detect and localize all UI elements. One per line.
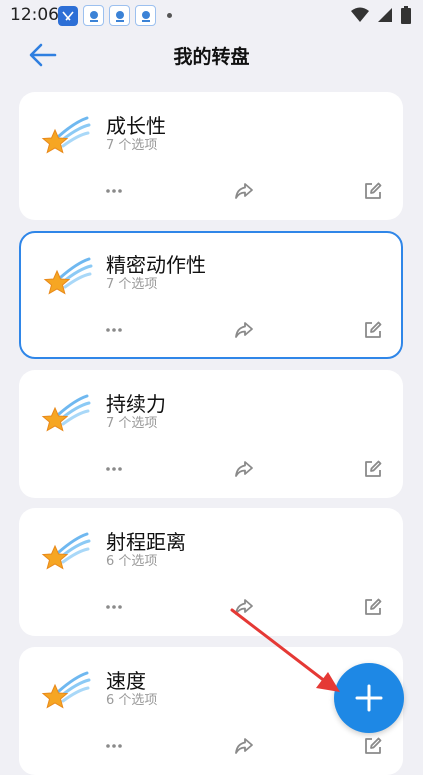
shooting-star-icon xyxy=(41,114,91,160)
edit-icon xyxy=(365,737,382,754)
wheel-card[interactable]: 精密动作性 7 个选项 xyxy=(19,231,403,359)
edit-icon xyxy=(365,460,382,477)
more-icon xyxy=(106,189,122,193)
app-notification-icon xyxy=(109,5,130,26)
edit-button[interactable] xyxy=(362,458,384,480)
more-icon xyxy=(106,328,122,332)
edit-button[interactable] xyxy=(362,319,384,341)
app-notification-icon xyxy=(135,5,156,26)
shooting-star-icon xyxy=(41,530,91,576)
more-icon xyxy=(106,744,122,748)
edit-button[interactable] xyxy=(362,180,384,202)
edit-icon xyxy=(365,182,382,199)
battery-icon xyxy=(401,6,411,24)
app-notification-icon xyxy=(58,5,78,26)
share-button[interactable] xyxy=(233,180,255,202)
page-title: 我的转盘 xyxy=(173,46,250,68)
wheel-card[interactable]: 射程距离 6 个选项 xyxy=(19,508,403,636)
more-button[interactable] xyxy=(103,735,125,757)
share-icon xyxy=(235,738,253,754)
share-button[interactable] xyxy=(233,735,255,757)
more-icon xyxy=(106,605,122,609)
wheel-option-count: 6 个选项 xyxy=(106,554,158,569)
more-button[interactable] xyxy=(103,319,125,341)
wheel-option-count: 6 个选项 xyxy=(106,693,158,708)
shooting-star-icon xyxy=(43,255,93,301)
edit-icon xyxy=(365,321,382,338)
shooting-star-icon xyxy=(41,669,91,715)
app-notification-icon xyxy=(83,5,104,26)
notification-icons xyxy=(58,5,172,26)
wheel-card[interactable]: 成长性 7 个选项 xyxy=(19,92,403,220)
more-button[interactable] xyxy=(103,458,125,480)
system-icons xyxy=(351,6,411,24)
wheel-option-count: 7 个选项 xyxy=(106,138,158,153)
share-button[interactable] xyxy=(233,458,255,480)
share-button[interactable] xyxy=(233,319,255,341)
status-time: 12:06 xyxy=(10,5,59,25)
shooting-star-icon xyxy=(41,392,91,438)
signal-icon xyxy=(378,8,392,22)
status-bar: 12:06 xyxy=(0,0,423,30)
wheel-card[interactable]: 持续力 7 个选项 xyxy=(19,370,403,498)
add-wheel-button[interactable] xyxy=(334,663,404,733)
share-icon xyxy=(235,322,253,338)
more-notifications-dot xyxy=(167,13,172,18)
plus-icon xyxy=(355,684,383,712)
wifi-icon xyxy=(351,7,369,22)
share-button[interactable] xyxy=(233,596,255,618)
edit-button[interactable] xyxy=(362,735,384,757)
share-icon xyxy=(235,599,253,615)
more-button[interactable] xyxy=(103,596,125,618)
edit-button[interactable] xyxy=(362,596,384,618)
share-icon xyxy=(235,461,253,477)
more-button[interactable] xyxy=(103,180,125,202)
wheel-option-count: 7 个选项 xyxy=(106,277,158,292)
more-icon xyxy=(106,467,122,471)
share-icon xyxy=(235,183,253,199)
edit-icon xyxy=(365,598,382,615)
app-header: 我的转盘 xyxy=(0,30,423,80)
wheel-option-count: 7 个选项 xyxy=(106,416,158,431)
